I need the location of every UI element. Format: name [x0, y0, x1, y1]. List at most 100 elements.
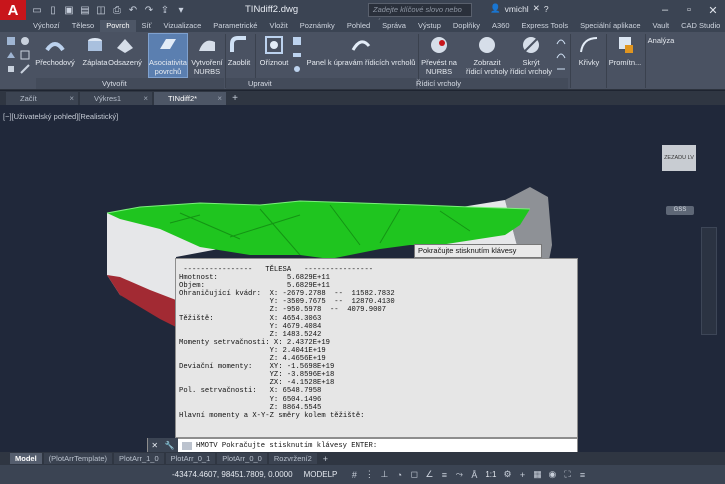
help-icon[interactable]: ?: [544, 4, 549, 14]
close-icon[interactable]: ✕: [151, 441, 158, 450]
fullscreen-icon[interactable]: ⛶: [561, 469, 573, 481]
search-input[interactable]: Zadejte klíčové slovo nebo výraz: [368, 3, 472, 26]
grid-icon[interactable]: #: [348, 469, 360, 481]
ribbon-tab[interactable]: Speciální aplikace: [574, 20, 646, 32]
ribbon-tab[interactable]: Vložit: [263, 20, 293, 32]
selection-cycling-icon[interactable]: ⤳: [453, 469, 465, 481]
plus-icon[interactable]: +: [516, 469, 528, 481]
close-tab-icon[interactable]: ×: [217, 92, 222, 105]
surface-associativity-button[interactable]: Asociativita povrchů: [148, 33, 188, 78]
osnap-icon[interactable]: ◻: [408, 469, 420, 481]
navigation-bar[interactable]: [701, 227, 717, 335]
network-icon[interactable]: [20, 50, 30, 60]
gear-icon[interactable]: ⚙: [501, 469, 513, 481]
ribbon-tab[interactable]: Express Tools: [516, 20, 575, 32]
ribbon-tab[interactable]: Vault: [647, 20, 676, 32]
extend-icon[interactable]: [292, 50, 302, 60]
project-button[interactable]: Promítn...: [608, 34, 642, 67]
application-menu-button[interactable]: A: [0, 0, 26, 20]
wcs-menu[interactable]: GSS: [666, 206, 694, 215]
show-cv-button[interactable]: Zobrazit řídicí vrcholy: [464, 34, 510, 76]
maximize-icon[interactable]: ▫: [677, 0, 701, 20]
model-space-toggle[interactable]: MODELP: [301, 469, 341, 480]
hardware-icon[interactable]: ▦: [531, 469, 543, 481]
navigation-icon[interactable]: [6, 36, 16, 46]
minimize-icon[interactable]: –: [653, 0, 677, 20]
file-tab[interactable]: Začít ×: [6, 92, 78, 105]
print-icon[interactable]: ⎙: [110, 3, 124, 17]
layout-tab[interactable]: PlotArr_0_1: [165, 453, 216, 464]
layout-tab[interactable]: (PlotArrTemplate): [43, 453, 113, 464]
file-tab[interactable]: Výkres1 ×: [80, 92, 152, 105]
nurbs-creation-button[interactable]: Vytvoření NURBS: [190, 34, 224, 76]
ribbon-tab[interactable]: A360: [486, 20, 516, 32]
new-file-icon[interactable]: ▭: [30, 3, 44, 17]
trim-button[interactable]: Oříznout: [258, 34, 290, 67]
save-as-icon[interactable]: ▤: [78, 3, 92, 17]
cv-edit-bar-button[interactable]: Panel k úpravám řídicích vrcholů: [306, 34, 416, 67]
ribbon-tab[interactable]: Síť: [136, 20, 158, 32]
otrack-icon[interactable]: ∠: [423, 469, 435, 481]
layout-tab[interactable]: PlotArr_1_0: [114, 453, 164, 464]
close-tab-icon[interactable]: ×: [143, 92, 148, 105]
extrude-icon[interactable]: [6, 64, 16, 74]
curves-button[interactable]: Křivky: [574, 34, 604, 67]
patch-button[interactable]: Záplata: [80, 34, 110, 67]
group-edit-label[interactable]: Upravit: [248, 79, 272, 88]
exchange-icon[interactable]: ✕: [533, 3, 540, 14]
annotation-icon[interactable]: Å: [468, 469, 480, 481]
ribbon-tab[interactable]: Povrch: [100, 20, 136, 32]
isolate-icon[interactable]: ◉: [546, 469, 558, 481]
undo-icon[interactable]: ↶: [126, 3, 140, 17]
user-name[interactable]: vmichl: [505, 4, 529, 14]
ribbon-tab[interactable]: Parametrické: [207, 20, 263, 32]
convert-to-nurbs-button[interactable]: Převést na NURBS: [421, 34, 457, 76]
polar-icon[interactable]: ◔: [393, 469, 405, 481]
ortho-icon[interactable]: ⊥: [378, 469, 390, 481]
blend-button[interactable]: Přechodový: [35, 34, 75, 67]
qat-dropdown-icon[interactable]: ▾: [174, 3, 188, 17]
ribbon-tab[interactable]: Poznámky: [294, 20, 341, 32]
ribbon-tab[interactable]: Výchozí: [27, 20, 66, 32]
ribbon-tab[interactable]: Vizualizace: [157, 20, 207, 32]
web-icon[interactable]: ◫: [94, 3, 108, 17]
viewcube-face[interactable]: ZEZADU LV: [662, 145, 696, 171]
open-folder-icon[interactable]: ▯: [46, 3, 60, 17]
viewcube[interactable]: ZEZADU LV: [662, 145, 696, 171]
customize-icon[interactable]: ≡: [576, 469, 588, 481]
ribbon-tab[interactable]: Těleso: [66, 20, 101, 32]
offset-button[interactable]: Odsazený: [108, 34, 142, 67]
snap-icon[interactable]: ⋮: [363, 469, 375, 481]
viewport-controls-label[interactable]: [−][Uživatelský pohled][Realistický]: [3, 112, 118, 121]
fillet-button[interactable]: Zaoblit: [226, 34, 252, 67]
ribbon-tab[interactable]: Správa: [376, 20, 412, 32]
rebuild-icon[interactable]: [556, 64, 566, 74]
command-line-text[interactable]: HMOTV Pokračujte stisknutím klávesy ENTE…: [196, 442, 377, 450]
ribbon-tab[interactable]: Výstup: [412, 20, 447, 32]
sphere-icon[interactable]: [20, 36, 30, 46]
new-tab-icon[interactable]: +: [228, 92, 242, 105]
lineweight-icon[interactable]: ≡: [438, 469, 450, 481]
remove-cv-icon[interactable]: [556, 50, 566, 60]
ribbon-tab[interactable]: Pohled: [341, 20, 376, 32]
ribbon-tab[interactable]: Doplňky: [447, 20, 486, 32]
command-line[interactable]: ✕ 🔧 HMOTV Pokračujte stisknutím klávesy …: [147, 438, 578, 453]
layout-tab[interactable]: Rozvržení2: [268, 453, 317, 464]
file-tab[interactable]: TINdiff2* ×: [154, 92, 226, 105]
redo-icon[interactable]: ↷: [142, 3, 156, 17]
layout-tab[interactable]: PlotArr_0_0: [217, 453, 267, 464]
analysis-button[interactable]: Analýza: [646, 36, 676, 45]
untrim-icon[interactable]: [292, 36, 302, 46]
save-icon[interactable]: ▣: [62, 3, 76, 17]
close-icon[interactable]: ✕: [701, 0, 725, 20]
add-layout-icon[interactable]: +: [319, 454, 332, 464]
hide-cv-button[interactable]: Skrýt řídicí vrcholy: [508, 34, 554, 76]
loft-icon[interactable]: [20, 64, 30, 74]
sculpt-icon[interactable]: [292, 64, 302, 74]
share-icon[interactable]: ⇪: [158, 3, 172, 17]
close-tab-icon[interactable]: ×: [69, 92, 74, 105]
signin-icon[interactable]: 👤: [490, 3, 501, 14]
plane-icon[interactable]: [6, 50, 16, 60]
coordinates-readout[interactable]: -43474.4607, 98451.7809, 0.0000: [172, 470, 293, 479]
wrench-icon[interactable]: 🔧: [165, 441, 175, 450]
